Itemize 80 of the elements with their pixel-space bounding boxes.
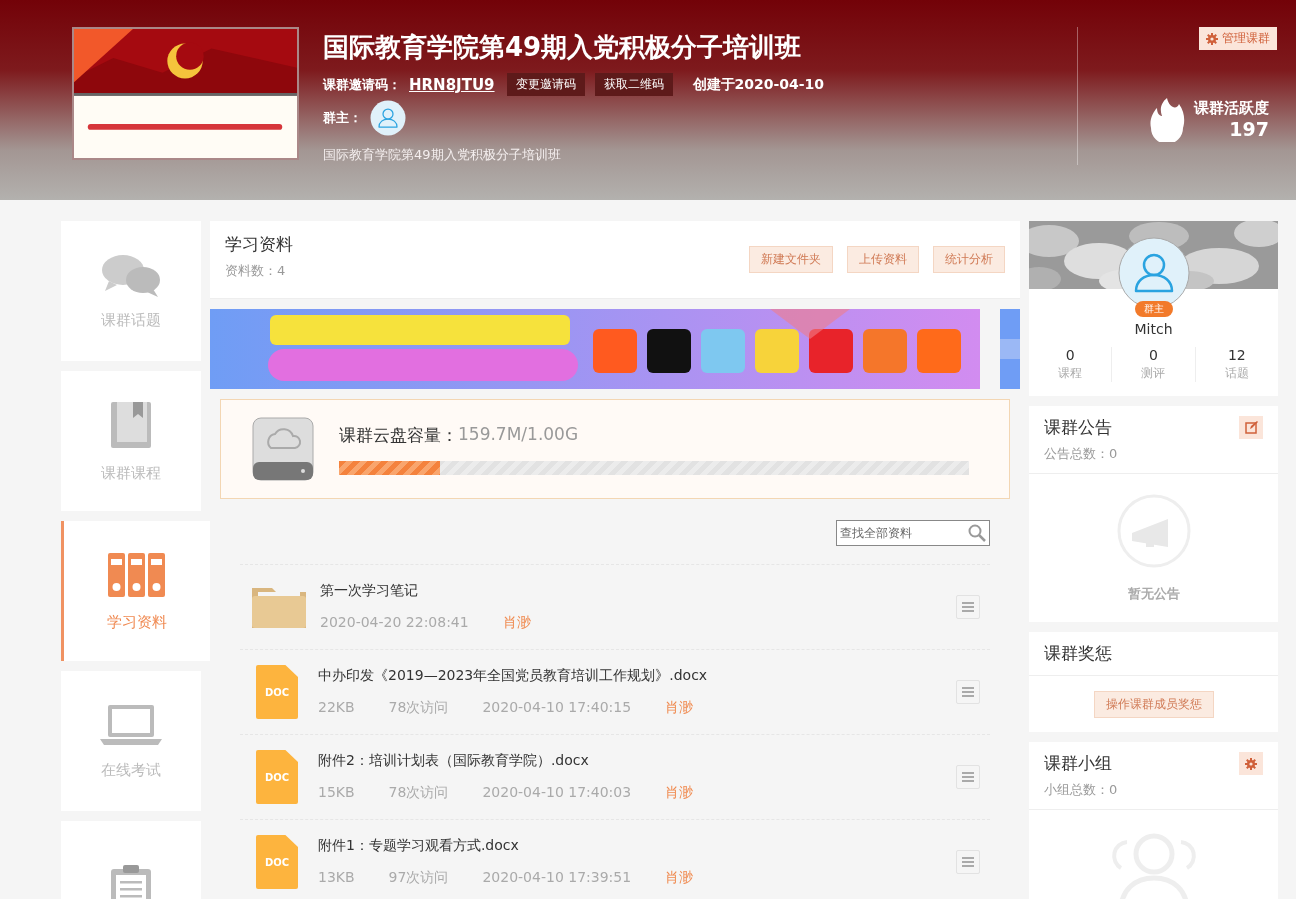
action-button[interactable]: 上传资料 bbox=[847, 246, 919, 273]
material-count: 资料数：4 bbox=[225, 262, 287, 280]
laptop-icon bbox=[98, 702, 164, 747]
activity-label: 课群活跃度 bbox=[1194, 98, 1269, 118]
owner-badge: 群主 bbox=[1134, 301, 1173, 317]
file-name[interactable]: 第一次学习笔记 bbox=[320, 582, 956, 600]
document-icon: DOC bbox=[256, 835, 298, 889]
avatar-icon bbox=[370, 100, 406, 136]
file-name[interactable]: 附件2：培训计划表（国际教育学院）.docx bbox=[318, 752, 956, 770]
visit-count: 78次访问 bbox=[388, 784, 449, 802]
sidebar-item[interactable]: 在线考试 bbox=[61, 671, 201, 811]
document-icon: DOC bbox=[256, 750, 298, 804]
author-name[interactable]: 肖渺 bbox=[502, 614, 531, 632]
sidebar-item[interactable]: 课群话题 bbox=[61, 221, 201, 361]
file-size: 22KB bbox=[318, 699, 355, 717]
author-name[interactable]: 肖渺 bbox=[665, 784, 694, 802]
author-name[interactable]: 肖渺 bbox=[665, 699, 694, 717]
announcement-count: 公告总数：0 bbox=[1044, 445, 1118, 463]
card-title: 课群公告 bbox=[1044, 416, 1113, 439]
menu-icon bbox=[962, 602, 974, 612]
storage-label: 课群云盘容量： bbox=[339, 423, 458, 447]
invite-label: 课群邀请码： bbox=[323, 75, 401, 94]
file-name[interactable]: 中办印发《2019—2023年全国党员教育培训工作规划》.docx bbox=[318, 667, 956, 685]
course-description: 国际教育学院第49期入党积极分子培训班 bbox=[323, 146, 562, 164]
stat-value: 12 bbox=[1227, 347, 1246, 363]
owner-label: 群主： bbox=[323, 109, 362, 127]
action-button[interactable]: 新建文件夹 bbox=[749, 246, 833, 273]
menu-button[interactable] bbox=[956, 680, 980, 704]
chat-bubbles-icon bbox=[101, 252, 161, 297]
book-icon bbox=[109, 399, 153, 450]
created-date: 创建于2020-04-10 bbox=[692, 75, 825, 94]
menu-icon bbox=[962, 857, 974, 867]
section-title: 学习资料 bbox=[225, 233, 294, 256]
file-time: 2020-04-10 17:40:03 bbox=[482, 784, 632, 802]
file-size: 15KB bbox=[318, 784, 355, 802]
card-title: 课群奖惩 bbox=[1044, 642, 1112, 665]
document-icon: DOC bbox=[256, 665, 298, 719]
stat-value: 0 bbox=[1149, 347, 1158, 363]
menu-button[interactable] bbox=[956, 595, 980, 619]
menu-button[interactable] bbox=[956, 850, 980, 874]
visit-count: 97次访问 bbox=[388, 869, 449, 887]
manage-button[interactable]: 管理课群 bbox=[1199, 27, 1277, 50]
visit-count: 78次访问 bbox=[388, 699, 449, 717]
stat-label: 话题 bbox=[1224, 365, 1249, 382]
edit-button[interactable] bbox=[1239, 416, 1263, 439]
invite-code-link[interactable]: HRN8JTU9 bbox=[409, 75, 495, 94]
group-count: 小组总数：0 bbox=[1044, 781, 1118, 799]
stat-label: 测评 bbox=[1141, 365, 1166, 382]
settings-icon bbox=[1206, 32, 1218, 45]
user-name: Mitch bbox=[1134, 321, 1173, 337]
rewards-button[interactable]: 操作课群成员奖惩 bbox=[1093, 690, 1214, 718]
file-time: 2020-04-10 17:40:15 bbox=[482, 699, 632, 717]
storage-value: 159.7M/1.00G bbox=[458, 423, 579, 446]
file-name[interactable]: 附件1：专题学习观看方式.docx bbox=[318, 837, 956, 855]
search-field[interactable]: 查找全部资料 bbox=[836, 520, 990, 546]
author-name[interactable]: 肖渺 bbox=[665, 869, 694, 887]
menu-icon bbox=[962, 772, 974, 782]
menu-button[interactable] bbox=[956, 765, 980, 789]
search-icon bbox=[968, 524, 986, 542]
edit-icon bbox=[1244, 421, 1258, 434]
sidebar-item[interactable]: 学习资料 bbox=[61, 521, 210, 661]
action-button[interactable]: 统计分析 bbox=[933, 246, 1005, 273]
hard-drive-icon bbox=[251, 416, 315, 482]
menu-icon bbox=[962, 687, 974, 697]
stat-value: 0 bbox=[1065, 347, 1075, 363]
flame-icon bbox=[1148, 96, 1186, 142]
activity-value: 197 bbox=[1229, 117, 1269, 140]
card-title: 课群小组 bbox=[1044, 752, 1113, 775]
stat-label: 课程 bbox=[1058, 365, 1083, 382]
empty-message: 暂无公告 bbox=[1127, 585, 1180, 603]
change-code-button[interactable]: 变更邀请码 bbox=[506, 73, 585, 96]
settings-icon bbox=[1245, 757, 1257, 770]
file-time: 2020-04-20 22:08:41 bbox=[320, 614, 469, 632]
course-title: 国际教育学院第49期入党积极分子培训班 bbox=[323, 32, 803, 62]
file-time: 2020-04-10 17:39:51 bbox=[482, 869, 632, 887]
binders-icon bbox=[108, 550, 166, 599]
qr-code-button[interactable]: 获取二维码 bbox=[594, 73, 673, 96]
sidebar-item[interactable]: 课群课程 bbox=[61, 371, 201, 511]
file-size: 13KB bbox=[318, 869, 355, 887]
settings-button[interactable] bbox=[1239, 752, 1263, 775]
